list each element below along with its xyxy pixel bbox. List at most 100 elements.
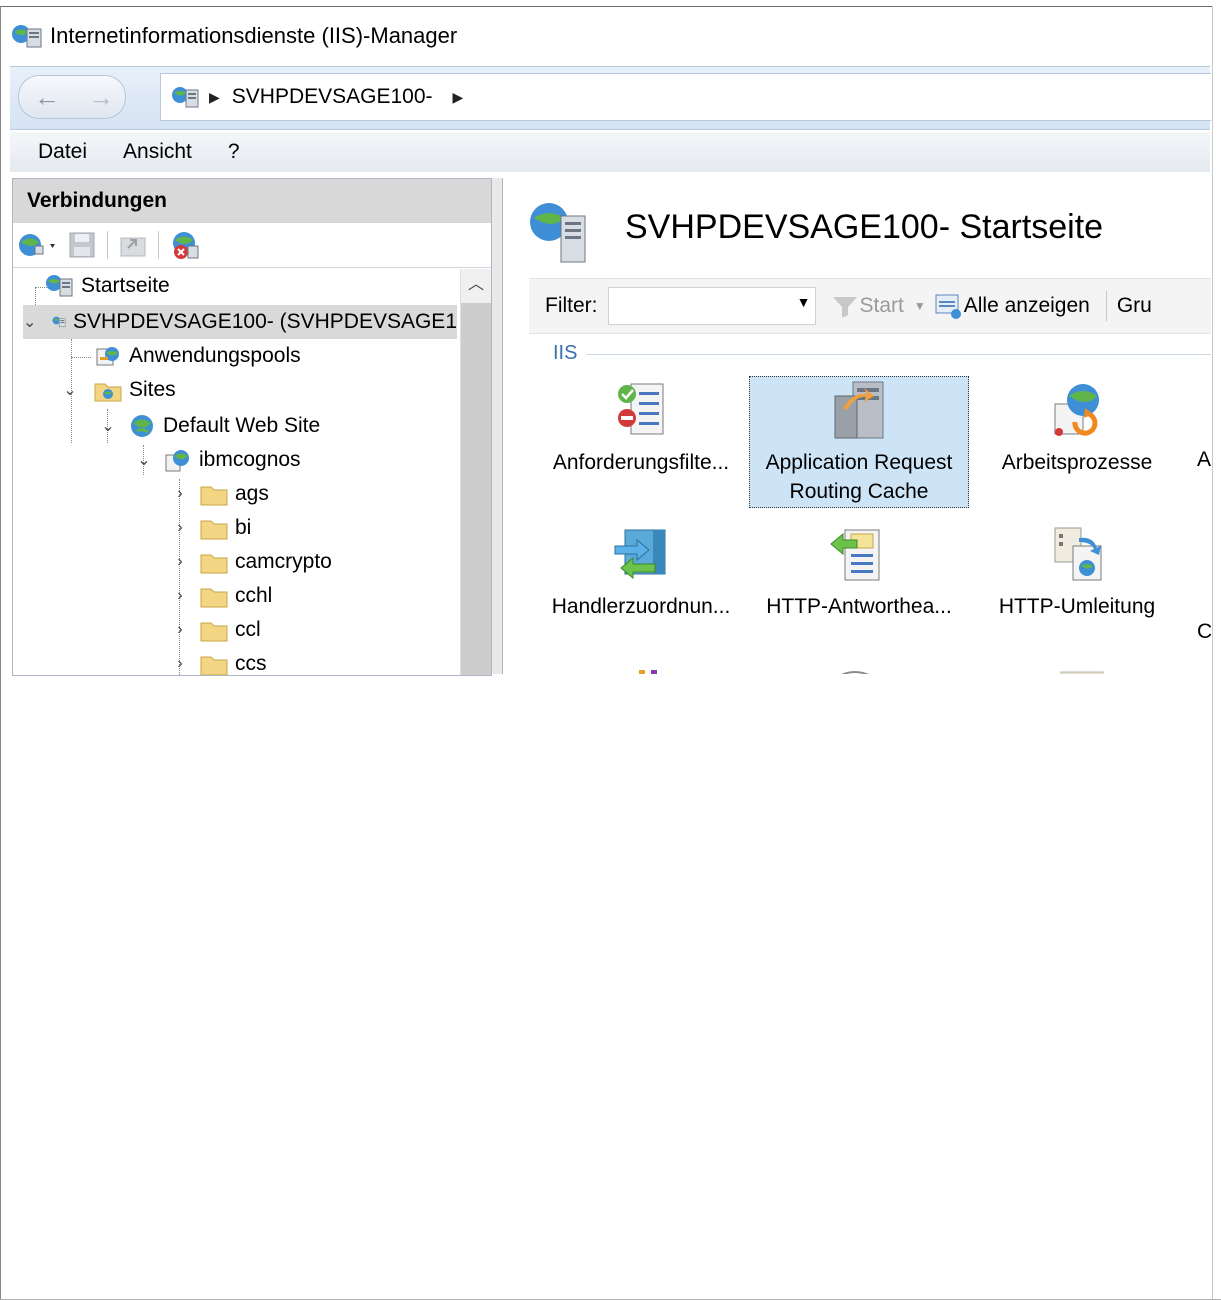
tree-item-bi[interactable]: › bi: [169, 511, 251, 545]
http-response-headers-icon: [830, 529, 880, 581]
tree-item-label: ibmcognos: [199, 448, 301, 471]
show-all-button[interactable]: Alle anzeigen: [932, 291, 1090, 321]
feature-handler-mappings[interactable]: Handlerzuordnun...: [533, 522, 749, 621]
breadcrumb-chevron-icon[interactable]: ▶: [209, 89, 220, 106]
tree-item-label: Startseite: [81, 274, 170, 297]
tree-item-cchl[interactable]: › cchl: [169, 579, 272, 613]
feature-label: Anforderungsfilte...: [552, 451, 730, 474]
server-icon: [172, 87, 199, 108]
start-filter-button[interactable]: Start: [830, 293, 904, 319]
menu-bar: Datei Ansicht ?: [10, 132, 1210, 172]
menu-ansicht[interactable]: Ansicht: [105, 140, 210, 164]
menu-datei[interactable]: Datei: [10, 140, 105, 164]
forward-button[interactable]: →: [81, 82, 121, 112]
disconnect-icon[interactable]: [169, 229, 203, 261]
tree-item-label: ccl: [235, 618, 261, 641]
folder-icon: [200, 486, 228, 506]
show-all-icon: [935, 294, 961, 319]
up-level-icon[interactable]: [118, 230, 148, 260]
main-pane: SVHPDEVSAGE100- Startseite Filter: ▼ Sta…: [502, 178, 1211, 674]
page-title: SVHPDEVSAGE100- Startseite: [625, 208, 1104, 246]
feature-icon-partial: [639, 670, 657, 674]
tree-item-startseite[interactable]: Startseite: [45, 269, 170, 303]
section-divider: [587, 354, 1211, 355]
start-label: Start: [859, 294, 904, 317]
globe-icon: [131, 415, 153, 437]
tree-item-ccl[interactable]: › ccl: [169, 613, 261, 647]
chevron-right-icon[interactable]: ›: [169, 519, 191, 537]
feature-http-redirect[interactable]: HTTP-Umleitung: [969, 522, 1185, 621]
window-top-border: [0, 6, 1212, 7]
request-filtering-icon: [618, 383, 664, 435]
connect-globe-icon[interactable]: [17, 230, 61, 260]
tree-item-anwendungspools[interactable]: Anwendungspools: [93, 339, 301, 373]
chevron-right-icon[interactable]: ›: [169, 655, 191, 673]
pane-splitter[interactable]: [492, 178, 502, 674]
tree-item-label: cchl: [235, 584, 273, 607]
navigation-buttons: ← →: [18, 75, 126, 119]
tree-item-label: bi: [235, 516, 252, 539]
group-by-button[interactable]: Gru: [1117, 294, 1152, 318]
breadcrumb-chevron-icon[interactable]: ▶: [453, 89, 464, 106]
chevron-down-icon[interactable]: ⌄: [59, 380, 81, 400]
chevron-right-icon[interactable]: ›: [169, 553, 191, 571]
feature-label: Application Request Routing Cache: [765, 451, 953, 503]
tree-item-ibmcognos[interactable]: ⌄ ibmcognos: [133, 443, 301, 477]
filter-label: Filter:: [545, 294, 598, 317]
feature-http-response-headers[interactable]: HTTP-Antworthea...: [751, 522, 967, 621]
tree-item-sites[interactable]: ⌄ Sites: [59, 373, 176, 407]
section-header-iis: IIS: [553, 342, 578, 364]
back-button[interactable]: ←: [27, 82, 67, 112]
iis-manager-icon: [12, 25, 42, 48]
tree-item-label: ccs: [235, 652, 267, 675]
clipped-feature-label[interactable]: A: [1197, 448, 1211, 472]
feature-worker-processes[interactable]: Arbeitsprozesse: [969, 378, 1185, 477]
save-icon[interactable]: [67, 230, 97, 260]
chevron-right-icon[interactable]: ›: [169, 485, 191, 503]
dropdown-arrow-icon[interactable]: ▼: [914, 299, 926, 313]
folder-icon: [200, 520, 228, 540]
tree-item-camcrypto[interactable]: › camcrypto: [169, 545, 332, 579]
chevron-right-icon[interactable]: ›: [169, 621, 191, 639]
dropdown-arrow-icon[interactable]: ▼: [797, 294, 811, 310]
title-bar: Internetinformationsdienste (IIS)-Manage…: [10, 18, 457, 54]
scroll-up-icon[interactable]: ︿: [461, 269, 491, 299]
folder-icon: [200, 554, 228, 574]
breadcrumb[interactable]: ▶ SVHPDEVSAGE100- ▶: [160, 73, 1211, 121]
feature-request-filtering[interactable]: Anforderungsfilte...: [533, 378, 749, 477]
clipped-feature-label[interactable]: C: [1197, 620, 1211, 644]
chevron-right-icon[interactable]: ›: [169, 587, 191, 605]
iis-manager-window: Internetinformationsdienste (IIS)-Manage…: [0, 0, 1221, 1300]
worker-processes-icon: [1054, 384, 1099, 436]
server-icon: [52, 316, 66, 328]
menu-help[interactable]: ?: [210, 140, 258, 164]
filter-input[interactable]: ▼: [607, 287, 816, 325]
tree-item-ccs[interactable]: › ccs: [169, 647, 267, 675]
window-right-border: [1212, 6, 1213, 1300]
tree-item-ags[interactable]: › ags: [169, 477, 269, 511]
app-pool-icon: [96, 347, 119, 366]
window-left-border: [0, 6, 1, 1300]
feature-application-request-routing-cache[interactable]: Application Request Routing Cache: [751, 378, 967, 506]
tree-item-server[interactable]: ⌄ SVHPDEVSAGE100- (SVHPDEVSAGE1: [23, 305, 457, 339]
feature-label: Arbeitsprozesse: [1001, 451, 1153, 474]
window-title: Internetinformationsdienste (IIS)-Manage…: [50, 23, 458, 48]
sites-folder-icon: [94, 383, 122, 402]
feature-label: Handlerzuordnun...: [551, 595, 731, 618]
toolbar-separator: [107, 231, 108, 259]
chevron-down-icon[interactable]: ⌄: [23, 312, 36, 332]
scroll-thumb[interactable]: [461, 303, 491, 675]
address-bar: ← → ▶ SVHPDEVSAGE100- ▶: [10, 66, 1211, 130]
tree-item-default-web-site[interactable]: ⌄ Default Web Site: [97, 409, 320, 443]
connections-pane: Verbindungen Startseite ⌄ SVHPDEVSAGE100…: [12, 178, 492, 676]
feature-icon-partial: [1060, 671, 1104, 674]
feature-label: HTTP-Antworthea...: [766, 595, 952, 618]
connections-toolbar: [13, 223, 491, 268]
breadcrumb-item-server[interactable]: SVHPDEVSAGE100-: [232, 85, 433, 109]
chevron-down-icon[interactable]: ⌄: [97, 416, 119, 436]
tree-scrollbar[interactable]: ︿: [460, 269, 491, 675]
connections-header: Verbindungen: [13, 179, 491, 223]
chevron-down-icon[interactable]: ⌄: [133, 450, 155, 470]
toolbar-separator: [158, 231, 159, 259]
tree-item-label: Anwendungspools: [129, 344, 301, 367]
